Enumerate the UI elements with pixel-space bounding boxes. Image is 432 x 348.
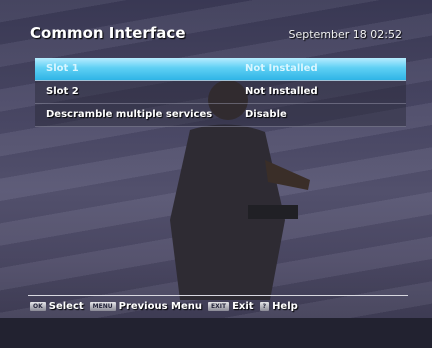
exit-hint-label: Exit [232,300,254,312]
page-title: Common Interface [30,24,186,42]
menu-item-label: Slot 1 [46,63,79,74]
header: Common Interface September 18 02:52 [0,18,432,50]
menu-item-label: Slot 2 [46,86,79,97]
menu-key-icon[interactable]: MENU [89,301,116,311]
menu-hint-label: Previous Menu [118,300,203,312]
ok-hint-label: Select [48,300,84,312]
menu-item-slot-1[interactable]: Slot 1 Not Installed [35,58,406,81]
bottom-bar [0,318,432,348]
menu-item-label: Descramble multiple services [46,109,213,120]
menu-item-value: Disable [245,109,287,120]
date-time: September 18 02:52 [288,28,403,41]
footer-hints: OK Select MENU Previous Menu EXIT Exit ?… [30,299,304,313]
menu-item-value: Not Installed [245,86,318,97]
footer-divider [28,295,408,296]
help-key-icon[interactable]: ? [259,301,270,311]
help-hint-label: Help [272,300,298,312]
menu-item-descramble[interactable]: Descramble multiple services Disable [35,104,406,127]
ok-key-icon[interactable]: OK [30,301,46,311]
menu-item-slot-2[interactable]: Slot 2 Not Installed [35,81,406,104]
tv-screen: Common Interface September 18 02:52 Slot… [0,0,432,348]
exit-key-icon[interactable]: EXIT [208,301,230,311]
menu-item-value: Not Installed [245,63,318,74]
menu-list: Slot 1 Not Installed Slot 2 Not Installe… [35,58,406,127]
